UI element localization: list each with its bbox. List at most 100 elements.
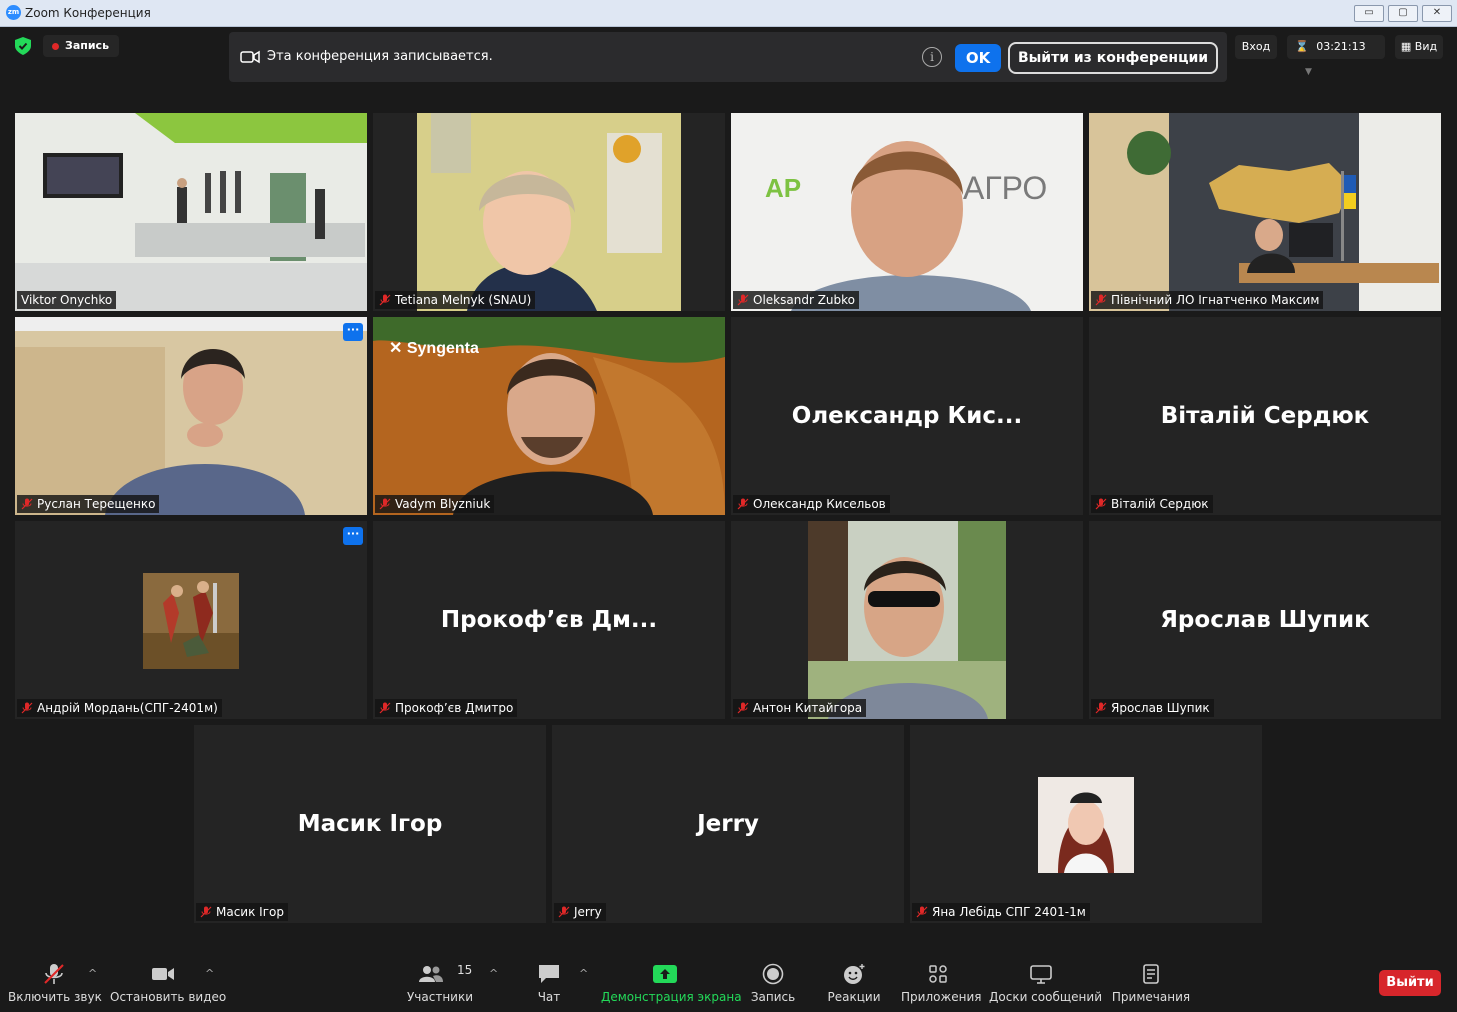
participant-tile[interactable]: Яна Лебідь СПГ 2401-1м [910, 725, 1262, 923]
participant-tile[interactable]: ✕ Syngenta Vadym Blyzniuk [373, 317, 725, 515]
participant-name-label: Ярослав Шупик [1091, 699, 1214, 717]
muted-mic-icon [379, 294, 391, 306]
participant-tile[interactable]: Ярослав Шупик Ярослав Шупик [1089, 521, 1441, 719]
record-icon [762, 963, 784, 985]
reactions-button[interactable]: Реакции [827, 957, 881, 1011]
participant-tile[interactable]: Антон Китайгора [731, 521, 1083, 719]
video-feed-room [15, 113, 367, 311]
view-label: Вид [1414, 40, 1438, 53]
meeting-timer[interactable]: ⌛ 03:21:13 ▼ [1287, 35, 1385, 77]
participants-options-caret-icon[interactable]: ^ [489, 967, 498, 980]
whiteboards-button[interactable]: Доски сообщений [989, 957, 1102, 1011]
share-screen-icon [653, 965, 677, 983]
leave-button[interactable]: Выйти [1379, 970, 1441, 996]
participant-name-label: Jerry [554, 903, 606, 921]
participant-tile[interactable]: Північний ЛО Ігнатченко Максим [1089, 113, 1441, 311]
more-options-icon[interactable]: ··· [343, 527, 363, 545]
share-screen-label: Демонстрация экрана [601, 990, 742, 1004]
participant-display-name: Jerry [697, 811, 759, 837]
muted-mic-icon [737, 498, 749, 510]
muted-mic-icon [558, 906, 570, 918]
participant-tile[interactable]: Віталій Сердюк Віталій Сердюк [1089, 317, 1441, 515]
notes-icon [1143, 964, 1159, 984]
participant-display-name: Віталій Сердюк [1160, 403, 1370, 429]
apps-button[interactable]: Приложения [901, 957, 982, 1011]
minimize-button[interactable]: ▭ [1354, 5, 1384, 22]
participant-tile[interactable]: Масик Ігор Масик Ігор [194, 725, 546, 923]
maximize-button[interactable]: ▢ [1388, 5, 1418, 22]
muted-mic-icon [21, 702, 33, 714]
svg-text:AP: AP [765, 173, 801, 203]
participant-name: Ярослав Шупик [1111, 701, 1210, 715]
stop-video-button[interactable]: Остановить видео [110, 957, 227, 1011]
participant-tile[interactable]: Viktor Onychko [15, 113, 367, 311]
participant-tile[interactable]: ··· Андрій Мордань(СПГ-2401м) [15, 521, 367, 719]
shield-icon[interactable] [15, 37, 31, 55]
audio-options-caret-icon[interactable]: ^ [88, 967, 97, 980]
zoom-logo-icon: zm [6, 5, 21, 20]
login-button[interactable]: Вход [1235, 35, 1277, 59]
chat-button[interactable]: Чат [523, 957, 575, 1011]
unmute-button[interactable]: Включить звук [8, 957, 102, 1011]
record-button[interactable]: Запись [747, 957, 799, 1011]
reactions-label: Реакции [827, 990, 881, 1004]
record-label: Запись [750, 990, 796, 1004]
muted-mic-icon [916, 906, 928, 918]
close-window-button[interactable]: ✕ [1422, 5, 1452, 22]
info-icon[interactable]: i [922, 47, 942, 67]
avatar-painting [143, 573, 239, 669]
participant-tile[interactable]: Tetiana Melnyk (SNAU) [373, 113, 725, 311]
grid-icon: ▦ [1400, 40, 1412, 53]
smiley-icon [844, 964, 865, 984]
participant-tile[interactable]: ··· Руслан Терещенко [15, 317, 367, 515]
participant-name: Віталій Сердюк [1111, 497, 1209, 511]
participant-name-label: Руслан Терещенко [17, 495, 160, 513]
hourglass-icon: ⌛ [1295, 40, 1309, 53]
apps-icon [929, 965, 947, 983]
participant-tile[interactable]: Jerry Jerry [552, 725, 904, 923]
view-button[interactable]: ▦ Вид [1395, 35, 1443, 59]
chat-label: Чат [537, 990, 561, 1004]
video-feed-man-agro: AP АГРО [731, 113, 1083, 311]
participant-name-label: Північний ЛО Ігнатченко Максим [1091, 291, 1324, 309]
participant-name-label: Андрій Мордань(СПГ-2401м) [17, 699, 222, 717]
notes-button[interactable]: Примечания [1109, 957, 1193, 1011]
svg-text:АГРО: АГРО [963, 170, 1047, 206]
video-options-caret-icon[interactable]: ^ [205, 967, 214, 980]
muted-mic-icon [379, 702, 391, 714]
participant-tile[interactable]: Олександр Кис... Олександр Кисельов [731, 317, 1083, 515]
share-screen-button[interactable]: Демонстрация экрана [601, 957, 742, 1011]
chat-options-caret-icon[interactable]: ^ [579, 967, 588, 980]
avatar-girl [1038, 777, 1134, 873]
recording-indicator[interactable]: Запись [43, 35, 120, 57]
banner-message: Эта конференция записывается. [267, 49, 493, 64]
muted-mic-icon [1095, 498, 1107, 510]
leave-conference-button[interactable]: Выйти из конференции [1008, 42, 1218, 74]
participant-tile[interactable]: Прокоф’єв Дм... Прокоф’єв Дмитро [373, 521, 725, 719]
muted-mic-icon [737, 702, 749, 714]
participant-name: Vadym Blyzniuk [395, 497, 491, 511]
participant-name: Viktor Onychko [21, 293, 113, 307]
recording-banner: Эта конференция записывается. i OK Выйти… [229, 32, 1227, 82]
stop-video-label: Остановить видео [110, 990, 227, 1004]
more-options-icon[interactable]: ··· [343, 323, 363, 341]
meeting-window: Запись Эта конференция записывается. i O… [3, 27, 1453, 1011]
top-bar: Запись Эта конференция записывается. i O… [3, 27, 1453, 107]
participant-name: Oleksandr Zubko [753, 293, 855, 307]
participant-name-label: Oleksandr Zubko [733, 291, 859, 309]
muted-mic-icon [737, 294, 749, 306]
video-feed-syngenta: ✕ Syngenta [373, 317, 725, 515]
ok-button[interactable]: OK [955, 44, 1001, 72]
participants-button[interactable]: 15 Участники [403, 957, 477, 1011]
participant-display-name: Ярослав Шупик [1160, 607, 1370, 633]
muted-mic-icon [379, 498, 391, 510]
record-dot-icon [52, 43, 59, 50]
participant-tile[interactable]: AP АГРО Oleksandr Zubko [731, 113, 1083, 311]
muted-mic-icon [44, 964, 64, 984]
participant-name: Прокоф’єв Дмитро [395, 701, 514, 715]
video-feed-office-map [1089, 113, 1441, 311]
window-title: Zoom Конференция [25, 6, 151, 20]
video-camera-icon [240, 50, 260, 64]
video-feed-woman [417, 113, 681, 311]
participant-name-label: Віталій Сердюк [1091, 495, 1213, 513]
